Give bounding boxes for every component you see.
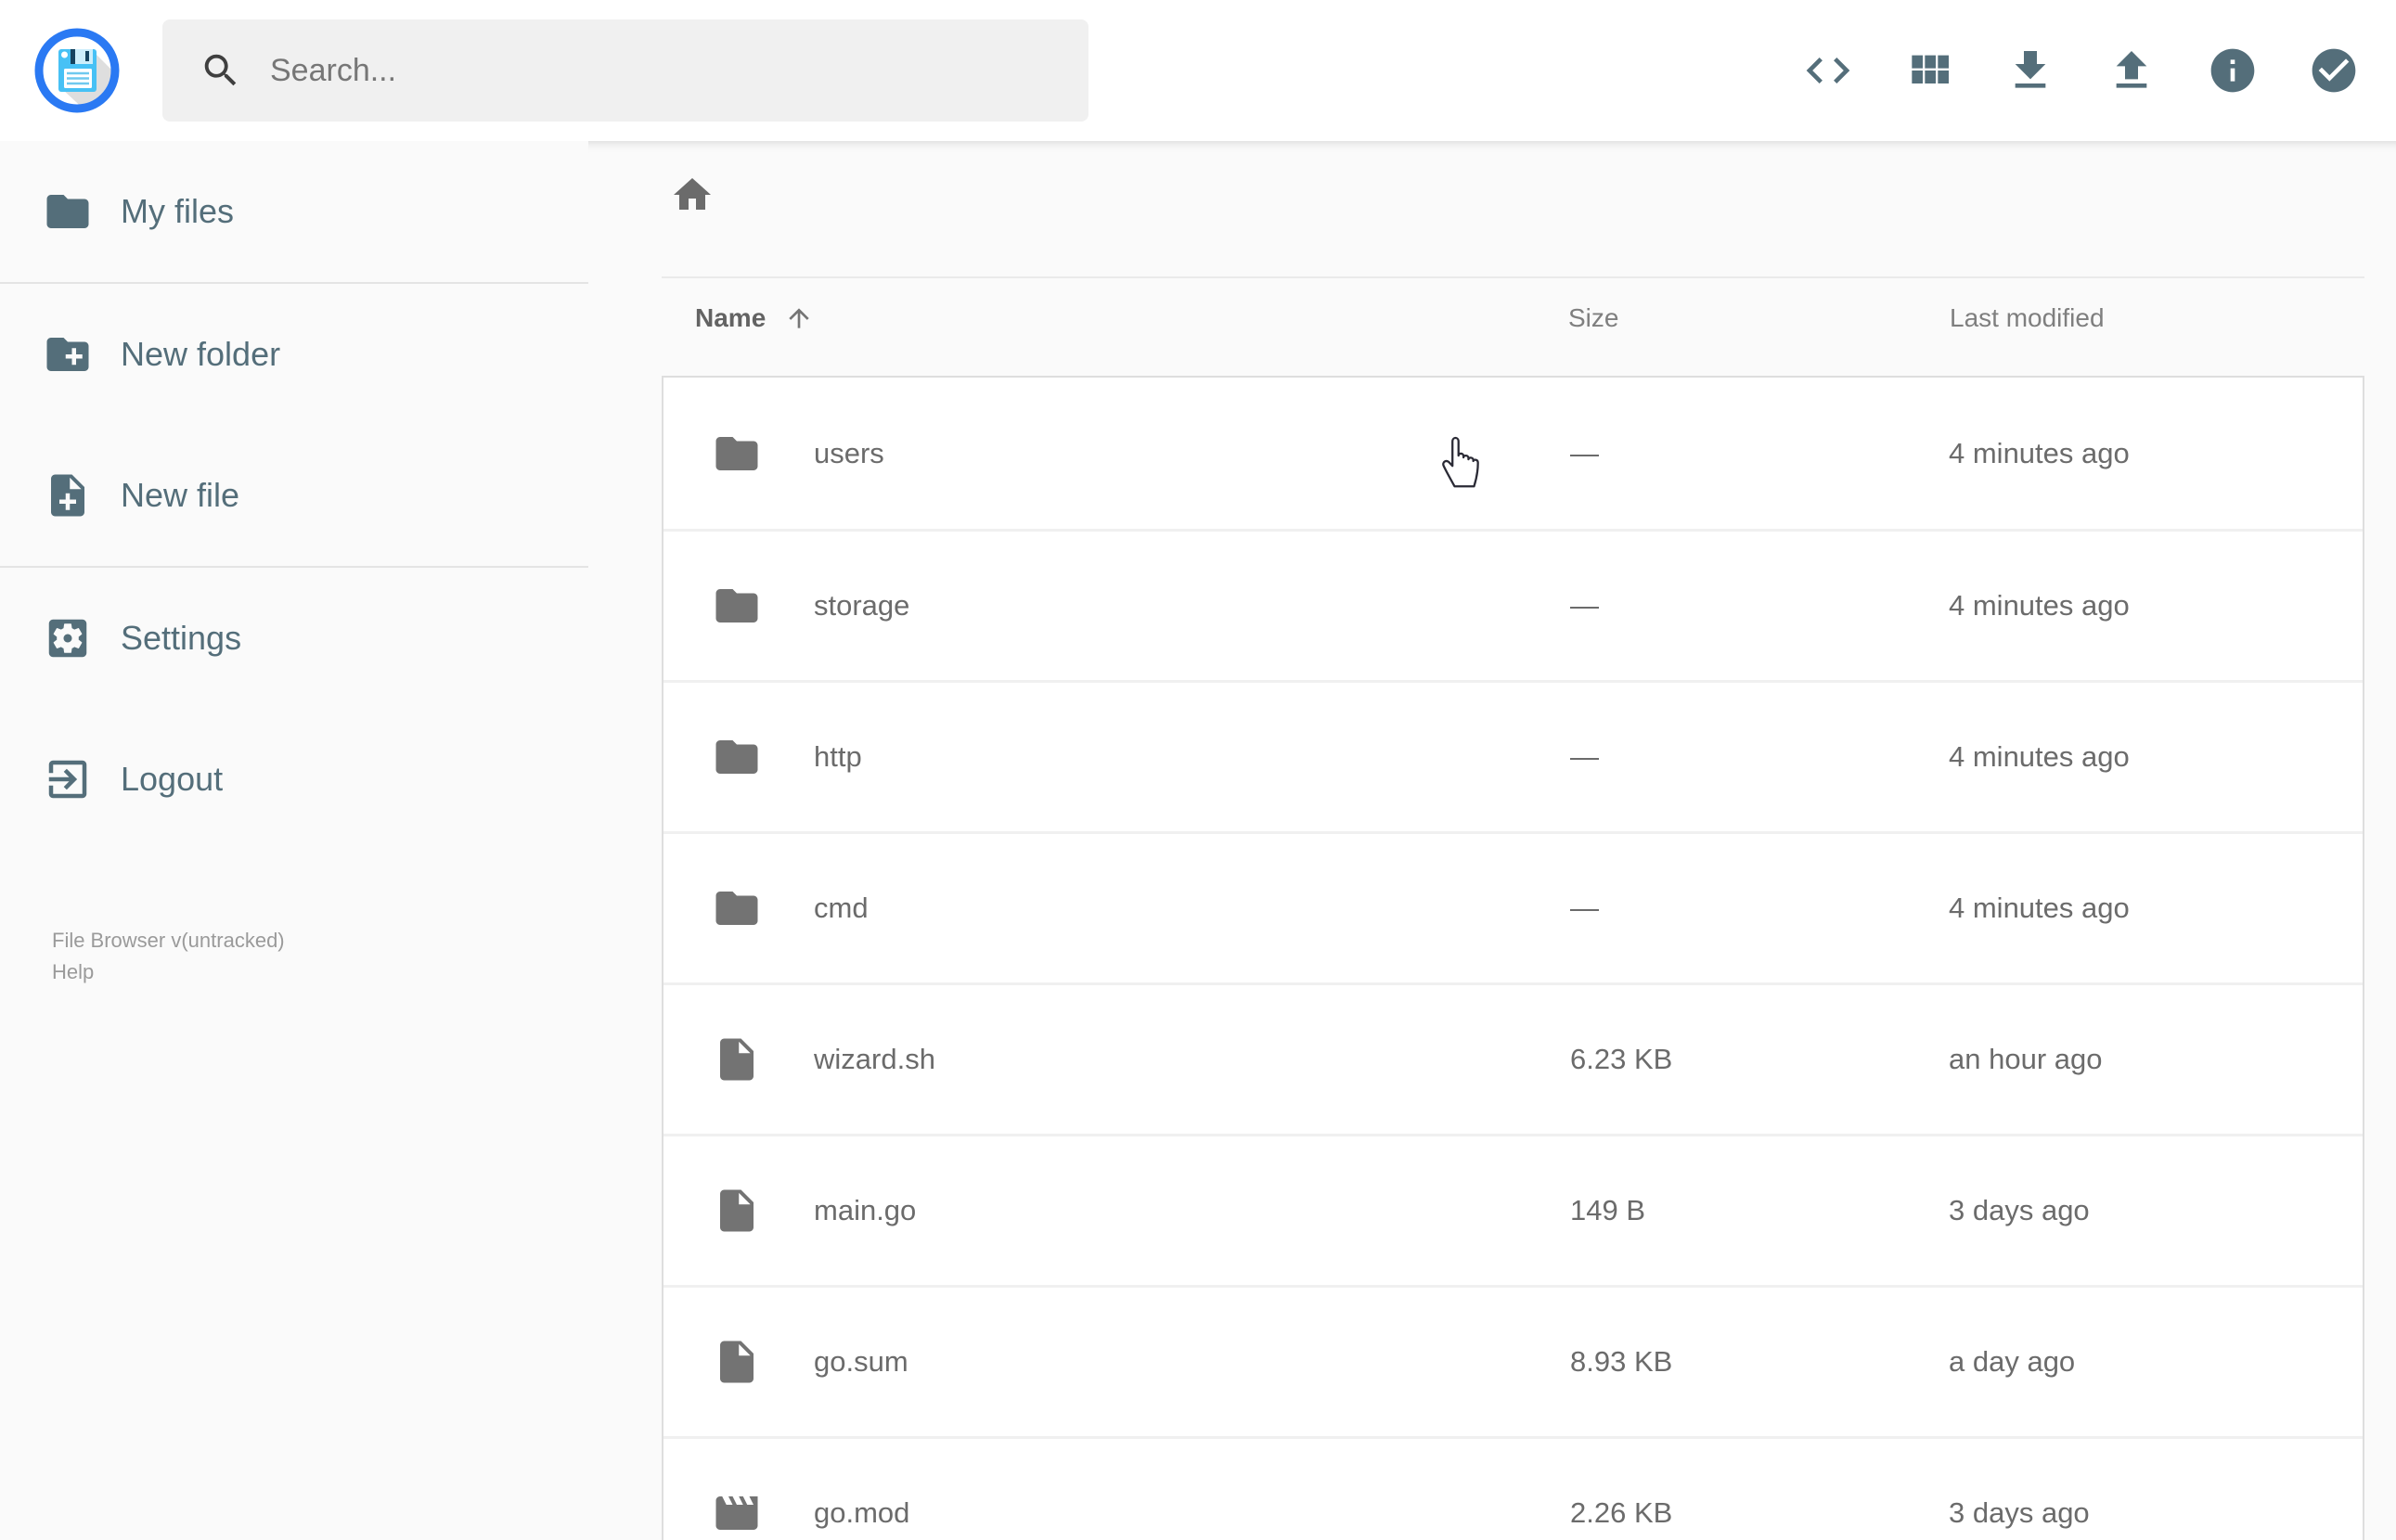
file-name: wizard.sh (814, 1043, 935, 1075)
new-folder-icon (46, 338, 89, 371)
file-size: 149 B (1570, 1194, 1646, 1226)
file-size: 6.23 KB (1570, 1043, 1673, 1075)
sidebar: My files New folder New file Settings Lo… (0, 141, 588, 1540)
file-icon (712, 1337, 762, 1387)
sidebar-item-label: My files (121, 192, 235, 230)
sidebar-item-logout[interactable]: Logout (0, 709, 588, 850)
main-content: Name Size Last modified users — 4 minute… (588, 141, 2396, 1540)
sidebar-item-label: New file (121, 476, 240, 514)
column-header-name[interactable]: Name (695, 303, 814, 333)
file-name: go.sum (814, 1345, 908, 1378)
file-modified: 4 minutes ago (1949, 589, 2130, 622)
file-row[interactable]: http — 4 minutes ago (663, 680, 2363, 831)
info-icon (2210, 48, 2255, 93)
help-link[interactable]: Help (52, 956, 285, 988)
file-size: — (1570, 589, 1599, 622)
file-name: users (814, 436, 884, 469)
file-name: go.mod (814, 1496, 910, 1529)
grid-view-button[interactable] (1903, 45, 1955, 96)
sidebar-item-new-file[interactable]: New file (0, 425, 588, 566)
file-row[interactable]: storage — 4 minutes ago (663, 529, 2363, 680)
movie-icon (712, 1488, 762, 1538)
column-header-modified[interactable]: Last modified (1950, 303, 2105, 333)
file-row[interactable]: users — 4 minutes ago (663, 378, 2363, 529)
upload-icon (2116, 51, 2147, 88)
code-icon (1806, 58, 1850, 83)
check-circle-icon (2312, 48, 2356, 93)
folder-icon (712, 732, 762, 782)
folder-icon (712, 581, 762, 631)
file-name: cmd (814, 892, 869, 924)
file-modified: 3 days ago (1949, 1194, 2090, 1226)
file-list: users — 4 minutes ago storage — 4 minute… (662, 376, 2364, 1540)
listing-column-headers: Name Size Last modified (662, 286, 2364, 351)
breadcrumb-divider (662, 276, 2364, 278)
file-modified: 4 minutes ago (1949, 740, 2130, 773)
logout-icon (48, 760, 87, 799)
app-logo[interactable] (31, 24, 123, 117)
file-modified: an hour ago (1949, 1043, 2103, 1075)
file-size: 2.26 KB (1570, 1496, 1673, 1529)
file-size: — (1570, 892, 1599, 924)
file-icon (712, 1034, 762, 1084)
raw-code-view-button[interactable] (1802, 45, 1854, 96)
breadcrumb-home-button[interactable] (670, 173, 715, 217)
new-file-icon (51, 474, 84, 517)
home-icon (674, 178, 711, 210)
sidebar-item-my-files[interactable]: My files (0, 141, 588, 282)
file-size: — (1570, 436, 1599, 469)
sidebar-item-label: Logout (121, 760, 224, 798)
file-name: http (814, 740, 862, 773)
search-icon (204, 54, 237, 86)
download-icon (2015, 51, 2046, 88)
file-row[interactable]: cmd — 4 minutes ago (663, 831, 2363, 982)
file-modified: 4 minutes ago (1949, 436, 2130, 469)
folder-icon (712, 883, 762, 933)
info-button[interactable] (2207, 45, 2259, 96)
file-modified: 4 minutes ago (1949, 892, 2130, 924)
sidebar-item-label: Settings (121, 619, 242, 657)
app-version-text: File Browser v(untracked) (52, 929, 285, 952)
file-row[interactable]: main.go 149 B 3 days ago (663, 1134, 2363, 1285)
file-name: main.go (814, 1194, 917, 1226)
top-bar (0, 0, 2396, 141)
file-row[interactable]: go.mod 2.26 KB 3 days ago (663, 1436, 2363, 1540)
floppy-disk-logo-icon (34, 28, 120, 113)
sidebar-item-label: New folder (121, 335, 281, 373)
file-name: storage (814, 589, 910, 622)
file-modified: a day ago (1949, 1345, 2076, 1378)
search-input[interactable] (270, 52, 1050, 89)
file-size: — (1570, 740, 1599, 773)
header-actions (1802, 0, 2360, 141)
folder-icon (46, 195, 89, 228)
sidebar-item-settings[interactable]: Settings (0, 568, 588, 709)
filebrowser-app: My files New folder New file Settings Lo… (0, 0, 2396, 1540)
settings-icon (48, 619, 87, 658)
grid-view-icon (1912, 55, 1949, 83)
column-header-size[interactable]: Size (1568, 303, 1618, 333)
upload-button[interactable] (2106, 45, 2158, 96)
download-button[interactable] (2004, 45, 2056, 96)
select-multiple-button[interactable] (2308, 45, 2360, 96)
sort-ascending-icon (789, 308, 809, 328)
sidebar-footer: File Browser v(untracked) Help (52, 925, 285, 988)
file-modified: 3 days ago (1949, 1496, 2090, 1529)
file-row[interactable]: go.sum 8.93 KB a day ago (663, 1285, 2363, 1436)
folder-icon (712, 429, 762, 479)
file-row[interactable]: wizard.sh 6.23 KB an hour ago (663, 982, 2363, 1134)
sidebar-item-new-folder[interactable]: New folder (0, 284, 588, 425)
search-bar[interactable] (162, 19, 1089, 122)
file-icon (712, 1186, 762, 1236)
file-size: 8.93 KB (1570, 1345, 1673, 1378)
